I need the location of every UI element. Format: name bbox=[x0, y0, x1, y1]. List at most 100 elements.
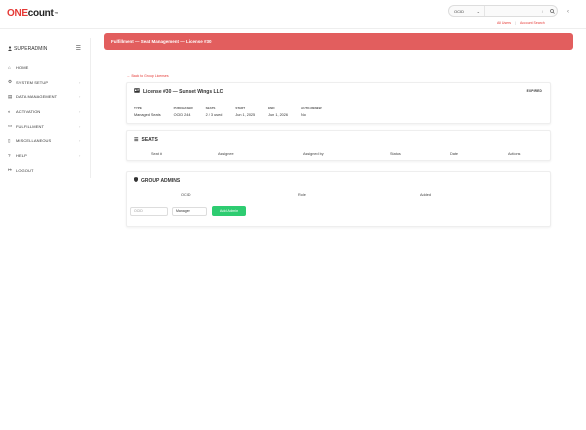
search-type-select[interactable]: OCID ⌄ bbox=[449, 6, 485, 16]
search-input[interactable]: / bbox=[485, 6, 547, 16]
field-auto-renew: AUTO-RENEW No bbox=[301, 106, 322, 117]
column-header: Actions bbox=[508, 152, 521, 156]
chevron-right-icon: › bbox=[79, 108, 81, 114]
link-separator: | bbox=[515, 21, 516, 25]
sidebar-item-label: SYSTEM SETUP bbox=[16, 79, 49, 85]
top-bar: ONE count ™ OCID ⌄ / ‹ All Users | Account… bbox=[0, 0, 586, 29]
chevron-right-icon: › bbox=[79, 152, 81, 158]
column-header: OCID bbox=[181, 193, 191, 197]
group-admins-table-header: OCID Role Added bbox=[127, 193, 550, 201]
license-title-text: License #30 — Sunset Wings LLC bbox=[143, 88, 224, 95]
license-fields: TYPE Managed Seats PURCHASER OCID 244 SE… bbox=[134, 106, 335, 117]
user-icon bbox=[8, 45, 12, 53]
id-card-icon bbox=[134, 88, 140, 95]
seats-title: ☰ SEATS bbox=[134, 137, 158, 143]
status-badge: EXPIRED bbox=[526, 89, 542, 93]
sidebar-item-label: ACTIVATION bbox=[16, 108, 41, 114]
shield-icon bbox=[134, 177, 138, 184]
page-title: Fulfillment — Seat Management — License … bbox=[104, 33, 573, 50]
column-header: Role bbox=[298, 193, 306, 197]
chevron-right-icon: › bbox=[79, 123, 81, 129]
credit-card-icon: ▭ bbox=[8, 123, 13, 129]
search-shortcut-hint: / bbox=[541, 8, 543, 14]
field-seats: SEATS 2 / 3 used bbox=[206, 106, 223, 117]
file-icon: ▯ bbox=[8, 137, 11, 143]
sidebar-item-data-management[interactable]: ▤ DATA MANAGEMENT › bbox=[0, 89, 90, 104]
sidebar-user: SUPERADMIN ☰ bbox=[0, 38, 90, 60]
logo-count: count bbox=[27, 8, 54, 19]
sidebar-item-system-setup[interactable]: ⚙ SYSTEM SETUP › bbox=[0, 75, 90, 90]
chevron-right-icon: › bbox=[79, 138, 81, 144]
column-header: Assigned by bbox=[303, 152, 324, 156]
chevron-down-icon: ⌄ bbox=[476, 8, 480, 14]
field-label: TYPE bbox=[134, 106, 142, 110]
field-start: START Jun 1, 2025 bbox=[235, 106, 255, 117]
hamburger-icon[interactable]: ☰ bbox=[76, 45, 81, 52]
column-header: Date bbox=[450, 152, 459, 156]
field-label: SEATS bbox=[205, 106, 216, 110]
sidebar-item-activation[interactable]: ◐ ACTIVATION › bbox=[0, 104, 90, 119]
sidebar-item-label: MISCELLANEOUS bbox=[16, 138, 52, 144]
sidebar-item-help[interactable]: ? HELP › bbox=[0, 148, 90, 163]
field-value: No bbox=[301, 113, 306, 117]
question-icon: ? bbox=[8, 152, 11, 158]
seats-table-header: Seat # Assignee Assigned by Status Date … bbox=[127, 152, 550, 160]
logo-one: ONE bbox=[7, 8, 28, 19]
field-type: TYPE Managed Seats bbox=[134, 106, 161, 117]
seats-card: ☰ SEATS Seat # Assignee Assigned by Stat… bbox=[126, 130, 551, 161]
toggle-icon: ◐ bbox=[8, 108, 11, 114]
account-search-link[interactable]: Account Search bbox=[520, 21, 545, 25]
sidebar-item-label: HOME bbox=[16, 64, 29, 70]
sidebar-item-label: LOGOUT bbox=[16, 167, 34, 173]
field-label: END bbox=[268, 106, 275, 110]
field-value: Jun 1, 2025 bbox=[235, 113, 256, 117]
gear-icon: ⚙ bbox=[8, 79, 13, 85]
sidebar-item-label: FULFILLMENT bbox=[16, 123, 44, 129]
field-label: AUTO-RENEW bbox=[301, 106, 322, 110]
user-label: SUPERADMIN bbox=[14, 46, 48, 52]
search-bar: OCID ⌄ / bbox=[448, 5, 558, 17]
all-users-link[interactable]: All Users bbox=[497, 21, 511, 25]
group-admins-title-text: GROUP ADMINS bbox=[141, 177, 181, 184]
logo-tm: ™ bbox=[54, 11, 59, 16]
column-header: Assignee bbox=[218, 152, 234, 156]
role-select[interactable]: Manager bbox=[172, 206, 207, 216]
search-icon[interactable] bbox=[547, 6, 557, 16]
search-type-value: OCID bbox=[454, 8, 464, 14]
group-admins-title: GROUP ADMINS bbox=[134, 177, 180, 184]
sidebar-item-fulfillment[interactable]: ▭ FULFILLMENT › bbox=[0, 119, 90, 134]
column-header: Status bbox=[390, 152, 401, 156]
field-value: 2 / 3 used bbox=[205, 113, 223, 117]
add-admin-form: OCID Manager Add Admin bbox=[130, 206, 246, 216]
database-icon: ▤ bbox=[8, 93, 13, 99]
column-header: Added bbox=[420, 193, 431, 197]
sidebar-item-label: DATA MANAGEMENT bbox=[16, 94, 58, 100]
field-value: OCID 244 bbox=[173, 113, 191, 117]
field-value: Jun 1, 2026 bbox=[268, 113, 289, 117]
seats-title-text: SEATS bbox=[141, 137, 158, 143]
ocid-input[interactable]: OCID bbox=[130, 206, 168, 216]
field-label: START bbox=[235, 106, 246, 110]
top-links: All Users | Account Search bbox=[497, 21, 545, 25]
field-end: END Jun 1, 2026 bbox=[268, 106, 288, 117]
chevron-right-icon: › bbox=[79, 94, 81, 100]
license-card: License #30 — Sunset Wings LLC EXPIRED T… bbox=[126, 82, 551, 124]
column-header: Seat # bbox=[151, 152, 162, 156]
chevron-left-icon[interactable]: ‹ bbox=[567, 9, 569, 15]
sidebar-item-miscellaneous[interactable]: ▯ MISCELLANEOUS › bbox=[0, 133, 90, 148]
home-icon: ⌂ bbox=[8, 64, 11, 70]
chevron-right-icon: › bbox=[79, 79, 81, 85]
sidebar: SUPERADMIN ☰ ⌂ HOME ⚙ SYSTEM SETUP › ▤ D… bbox=[0, 38, 91, 178]
field-purchaser: PURCHASER OCID 244 bbox=[174, 106, 193, 117]
logo[interactable]: ONE count ™ bbox=[7, 8, 58, 19]
list-icon: ☰ bbox=[134, 137, 139, 143]
sidebar-item-home[interactable]: ⌂ HOME bbox=[0, 60, 90, 75]
sidebar-item-label: HELP bbox=[16, 152, 27, 158]
group-admins-card: GROUP ADMINS OCID Role Added OCID Manage… bbox=[126, 171, 551, 227]
sidebar-item-logout[interactable]: ↦ LOGOUT bbox=[0, 163, 90, 178]
license-title: License #30 — Sunset Wings LLC bbox=[134, 88, 223, 95]
add-admin-button[interactable]: Add Admin bbox=[212, 206, 246, 216]
back-to-group-licenses-link[interactable]: ← Back to Group Licenses bbox=[127, 74, 169, 78]
logout-icon: ↦ bbox=[8, 167, 12, 173]
field-label: PURCHASER bbox=[173, 106, 193, 110]
